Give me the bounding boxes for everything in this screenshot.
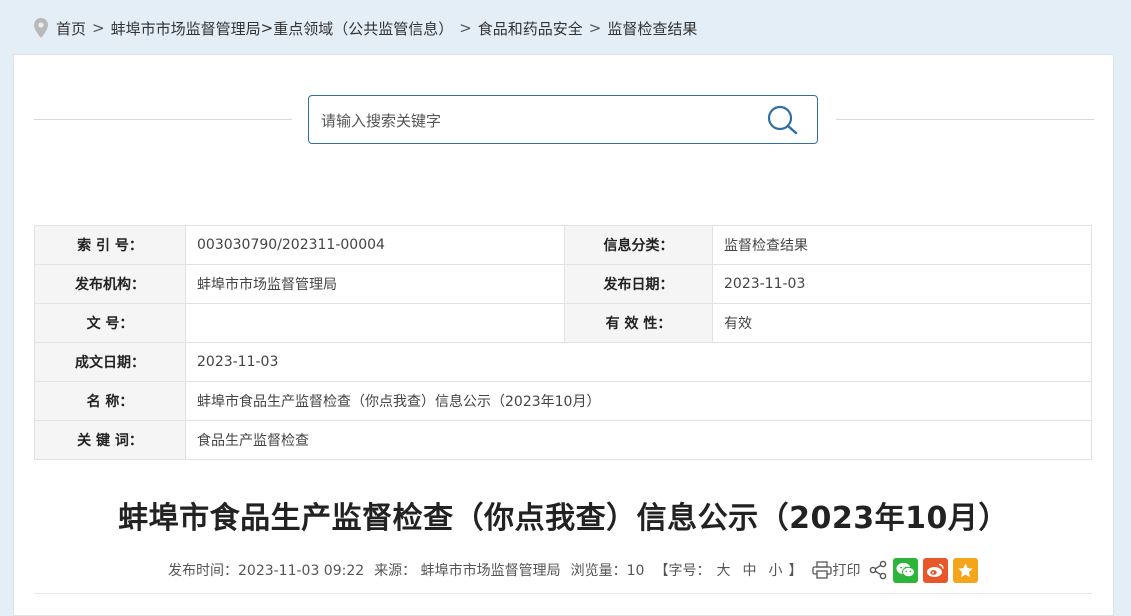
breadcrumb-separator: > [588, 19, 602, 37]
font-size-controls: 【字号： 大中小】 [654, 560, 802, 580]
info-metadata-table: 索 引 号： 003030790/202311-00004 信息分类： 监督检查… [34, 225, 1092, 460]
index-number-label: 索 引 号： [34, 225, 186, 265]
breadcrumb-bureau[interactable]: 蚌埠市市场监督管理局 [111, 18, 261, 39]
breadcrumb: 首页 > 蚌埠市市场监督管理局 > 重点领域（公共监管信息） > 食品和药品安全… [34, 16, 697, 40]
share-icon[interactable] [868, 560, 888, 580]
source: 来源： 蚌埠市市场监督管理局 [374, 563, 561, 579]
keywords-value: 食品生产监督检查 [185, 420, 1092, 460]
article-title: 蚌埠市食品生产监督检查（你点我查）信息公示（2023年10月） [118, 501, 1009, 536]
search-divider-left [34, 119, 292, 120]
content-panel: 索 引 号： 003030790/202311-00004 信息分类： 监督检查… [13, 54, 1114, 616]
breadcrumb-food-drug-safety[interactable]: 食品和药品安全 [478, 18, 583, 39]
divider [34, 593, 1092, 594]
publisher-value: 蚌埠市市场监督管理局 [185, 264, 565, 304]
weibo-icon [927, 563, 945, 577]
publisher-label: 发布机构： [34, 264, 186, 304]
article-info-bar: 发布时间：2023-11-03 09:22 来源： 蚌埠市市场监督管理局 浏览量… [168, 555, 979, 585]
name-value: 蚌埠市食品生产监督检查（你点我查）信息公示（2023年10月） [185, 381, 1092, 421]
breadcrumb-separator: > [459, 19, 472, 37]
font-size-medium-button[interactable]: 中 [742, 563, 756, 579]
validity-value: 有效 [712, 303, 1092, 343]
table-row: 成文日期： 2023-11-03 [34, 342, 1092, 382]
table-row: 发布机构： 蚌埠市市场监督管理局 发布日期： 2023-11-03 [34, 264, 1092, 304]
table-row: 文 号： 有 效 性： 有效 [34, 303, 1092, 343]
keywords-label: 关 键 词： [34, 420, 186, 460]
search-box [308, 95, 818, 145]
search-input[interactable] [319, 96, 753, 145]
created-date-value: 2023-11-03 [185, 342, 1092, 382]
location-pin-icon [34, 18, 48, 38]
search-divider-right [836, 119, 1094, 120]
index-number-value: 003030790/202311-00004 [185, 225, 565, 265]
breadcrumb-key-areas[interactable]: 重点领域（公共监管信息） [273, 18, 453, 39]
publish-date-label: 发布日期： [564, 264, 713, 304]
table-row: 关 键 词： 食品生产监督检查 [34, 420, 1092, 460]
print-label: 打印 [832, 563, 861, 579]
validity-label: 有 效 性： [564, 303, 713, 343]
table-row: 名 称： 蚌埠市食品生产监督检查（你点我查）信息公示（2023年10月） [34, 381, 1092, 421]
wechat-icon [896, 562, 916, 578]
weibo-share-button[interactable] [923, 557, 949, 583]
publish-date-value: 2023-11-03 [712, 264, 1092, 304]
printer-icon [812, 561, 833, 579]
document-number-label: 文 号： [34, 303, 186, 343]
document-number-value [185, 303, 565, 343]
print-button[interactable]: 打印 [812, 560, 860, 580]
category-value: 监督检查结果 [712, 225, 1092, 265]
table-row: 索 引 号： 003030790/202311-00004 信息分类： 监督检查… [34, 225, 1092, 265]
favorite-button[interactable] [953, 557, 979, 583]
category-label: 信息分类： [564, 225, 713, 265]
name-label: 名 称： [34, 381, 186, 421]
font-size-label: 【字号： [654, 563, 711, 579]
font-size-close: 】 [788, 563, 803, 579]
created-date-label: 成文日期： [34, 342, 186, 382]
view-count: 浏览量：10 [570, 563, 645, 579]
breadcrumb-separator: > [92, 19, 105, 37]
wechat-share-button[interactable] [893, 557, 919, 583]
font-size-large-button[interactable]: 大 [716, 563, 730, 579]
search-icon[interactable] [767, 105, 799, 135]
font-size-small-button[interactable]: 小 [768, 563, 782, 579]
breadcrumb-home[interactable]: 首页 [56, 18, 86, 39]
breadcrumb-inspection-results[interactable]: 监督检查结果 [607, 18, 697, 39]
breadcrumb-separator: > [260, 19, 274, 37]
star-icon [958, 562, 974, 577]
publish-time: 发布时间：2023-11-03 09:22 [168, 563, 365, 579]
